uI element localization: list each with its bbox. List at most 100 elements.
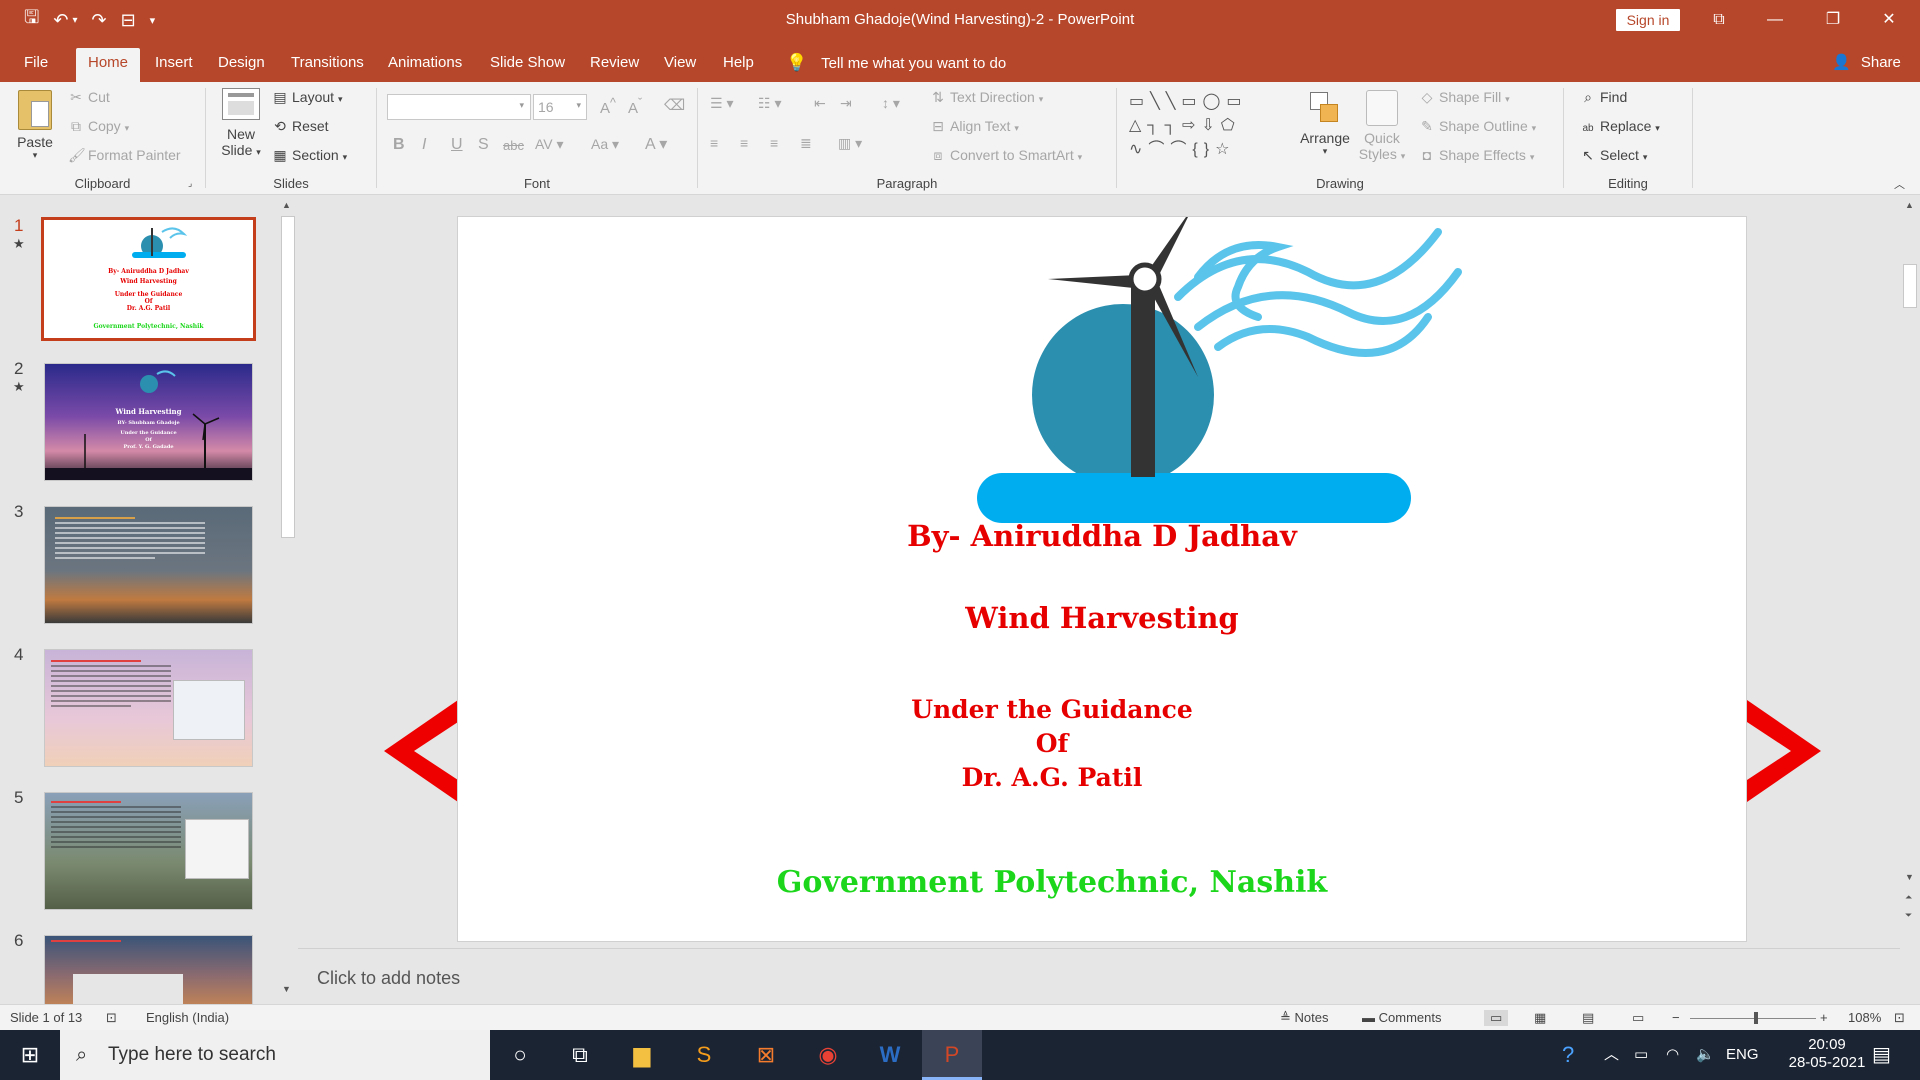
volume-icon[interactable]: 🔈 xyxy=(1696,1030,1715,1080)
zoom-slider[interactable] xyxy=(1690,1012,1816,1024)
layout-button[interactable]: ▤ Layout ▾ xyxy=(272,89,342,106)
new-slide-button[interactable]: New Slide ▾ xyxy=(216,88,266,158)
align-center-icon[interactable]: ≡ xyxy=(740,135,748,151)
shrink-font-icon[interactable]: Aˇ xyxy=(628,96,642,117)
save-icon[interactable]: 🖫 xyxy=(24,5,39,35)
thumbnails-scrollbar[interactable]: ▲ ▼ xyxy=(278,196,298,1004)
comments-toggle[interactable]: ▬ Comments xyxy=(1362,1010,1441,1025)
close-button[interactable]: ✕ xyxy=(1866,0,1912,40)
undo-dropdown-icon[interactable]: ▾ xyxy=(72,15,77,26)
change-case-icon[interactable]: Aa ▾ xyxy=(591,136,619,153)
decrease-indent-icon[interactable]: ⇤ xyxy=(814,95,826,112)
powerpoint-icon[interactable]: P xyxy=(922,1030,982,1080)
scroll-down-icon[interactable]: ▼ xyxy=(1905,872,1914,882)
shape-effects-button[interactable]: ◘ Shape Effects ▾ xyxy=(1419,147,1535,163)
zoom-level[interactable]: 108% xyxy=(1848,1010,1881,1025)
spelling-icon[interactable]: ⊡ xyxy=(106,1010,117,1026)
tab-insert[interactable]: Insert xyxy=(155,48,193,82)
align-text-button[interactable]: ⊟ Align Text ▾ xyxy=(930,118,1019,135)
character-spacing-icon[interactable]: AV ▾ xyxy=(535,136,564,153)
arrange-button[interactable]: Arrange ▾ xyxy=(1297,90,1353,157)
copy-button[interactable]: ⧉ Copy ▾ xyxy=(68,118,129,135)
minimize-button[interactable]: — xyxy=(1752,0,1798,40)
cortana-icon[interactable]: ○ xyxy=(490,1030,550,1080)
tell-me-search[interactable]: 💡 Tell me what you want to do xyxy=(786,48,1006,78)
convert-smartart-button[interactable]: ⧈ Convert to SmartArt ▾ xyxy=(930,147,1083,164)
slide-thumbnail-6[interactable] xyxy=(44,935,253,1004)
slide-thumbnail-2[interactable]: Wind Harvesting BY- Shubham Ghadoje Unde… xyxy=(44,363,253,481)
tab-review[interactable]: Review xyxy=(590,48,639,82)
reset-button[interactable]: ⟲ Reset xyxy=(272,118,328,135)
underline-icon[interactable]: U xyxy=(451,136,463,154)
shape-fill-button[interactable]: ◇ Shape Fill ▾ xyxy=(1419,89,1510,106)
bold-icon[interactable]: B xyxy=(393,136,405,154)
tab-help[interactable]: Help xyxy=(723,48,754,82)
slide-sorter-icon[interactable]: ▦ xyxy=(1534,1010,1546,1026)
cut-button[interactable]: ✂ Cut xyxy=(68,89,110,106)
format-painter-button[interactable]: 🖌 Format Painter xyxy=(68,147,181,164)
word-icon[interactable]: W xyxy=(860,1030,920,1080)
notes-toggle[interactable]: ≜ Notes xyxy=(1280,1010,1328,1026)
find-button[interactable]: ⌕ Find xyxy=(1580,89,1627,106)
scrollbar-thumb[interactable] xyxy=(281,216,295,538)
shapes-gallery[interactable]: ▭╲╲▭◯▭ △┐┐⇨⇩⬠ ∿⌒⌒{}☆ xyxy=(1129,90,1269,168)
action-center-icon[interactable]: ▤ xyxy=(1872,1030,1891,1080)
scroll-down-icon[interactable]: ▼ xyxy=(282,984,291,994)
text-shadow-icon[interactable]: S xyxy=(478,136,489,154)
font-color-icon[interactable]: A ▾ xyxy=(645,134,667,154)
ribbon-display-options-icon[interactable]: ⧉ xyxy=(1696,0,1742,40)
align-right-icon[interactable]: ≡ xyxy=(770,135,778,151)
input-language[interactable]: ENG xyxy=(1726,1030,1759,1080)
tab-slide-show[interactable]: Slide Show xyxy=(490,48,565,82)
tab-animations[interactable]: Animations xyxy=(388,48,462,82)
shape-outline-button[interactable]: ✎ Shape Outline ▾ xyxy=(1419,118,1536,135)
next-slide-icon[interactable]: ⏷ xyxy=(1905,910,1912,921)
line-spacing-icon[interactable]: ↕ ▾ xyxy=(882,95,900,112)
tab-file[interactable]: File xyxy=(24,48,48,82)
language-indicator[interactable]: English (India) xyxy=(146,1010,229,1025)
xampp-icon[interactable]: ⊠ xyxy=(736,1030,796,1080)
notes-placeholder[interactable]: Click to add notes xyxy=(317,968,460,989)
clear-formatting-icon[interactable]: ⌫ xyxy=(664,96,685,114)
zoom-in-icon[interactable]: + xyxy=(1820,1010,1828,1025)
reading-view-icon[interactable]: ▤ xyxy=(1582,1010,1594,1026)
sign-in-button[interactable]: Sign in xyxy=(1616,9,1680,31)
collapse-ribbon-icon[interactable]: ︿ xyxy=(1894,176,1905,192)
font-size-combobox[interactable]: 16 ▾ xyxy=(533,94,587,120)
slide-thumbnail-5[interactable] xyxy=(44,792,253,910)
undo-icon[interactable]: ↶ xyxy=(53,10,68,31)
slide-thumbnail-3[interactable] xyxy=(44,506,253,624)
clock[interactable]: 20:09 28-05-2021 xyxy=(1782,1036,1872,1080)
show-hidden-icons-icon[interactable]: ︿ xyxy=(1604,1030,1619,1080)
quick-styles-button[interactable]: Quick Styles ▾ xyxy=(1357,90,1407,162)
increase-indent-icon[interactable]: ⇥ xyxy=(840,95,852,112)
text-direction-button[interactable]: ⇅ Text Direction ▾ xyxy=(930,89,1043,106)
font-name-combobox[interactable]: ▾ xyxy=(387,94,531,120)
zoom-out-icon[interactable]: − xyxy=(1672,1010,1680,1025)
align-left-icon[interactable]: ≡ xyxy=(710,135,718,151)
wifi-icon[interactable]: ◠ xyxy=(1666,1030,1679,1080)
bullets-icon[interactable]: ☰ ▾ xyxy=(710,95,733,112)
previous-slide-icon[interactable]: ⏶ xyxy=(1905,892,1912,903)
numbering-icon[interactable]: ☷ ▾ xyxy=(758,95,781,112)
customize-qat-icon[interactable]: ▾ xyxy=(150,14,156,27)
redo-icon[interactable]: ↷ xyxy=(91,10,106,31)
normal-view-icon[interactable]: ▭ xyxy=(1484,1010,1509,1026)
current-slide[interactable]: By- Aniruddha D Jadhav Wind Harvesting U… xyxy=(457,216,1747,942)
taskbar-search-box[interactable]: ⌕ Type here to search xyxy=(60,1030,490,1080)
battery-icon[interactable]: ▭ xyxy=(1634,1030,1648,1080)
slide-thumbnail-4[interactable] xyxy=(44,649,253,767)
tab-view[interactable]: View xyxy=(664,48,696,82)
scroll-up-icon[interactable]: ▲ xyxy=(1905,200,1914,210)
notes-pane[interactable]: Click to add notes xyxy=(298,948,1900,1004)
paste-button[interactable]: Paste ▾ xyxy=(12,90,58,161)
sublime-text-icon[interactable]: S xyxy=(674,1030,734,1080)
section-button[interactable]: ▦ Section ▾ xyxy=(272,147,347,164)
tab-transitions[interactable]: Transitions xyxy=(291,48,364,82)
strikethrough-icon[interactable]: abc xyxy=(503,138,524,153)
tab-home[interactable]: Home xyxy=(76,48,141,82)
replace-button[interactable]: ab Replace ▾ xyxy=(1580,118,1659,134)
task-view-icon[interactable]: ⧉ xyxy=(550,1030,610,1080)
restore-button[interactable]: ❐ xyxy=(1810,0,1856,40)
slideshow-icon[interactable]: ▭ xyxy=(1632,1010,1644,1026)
